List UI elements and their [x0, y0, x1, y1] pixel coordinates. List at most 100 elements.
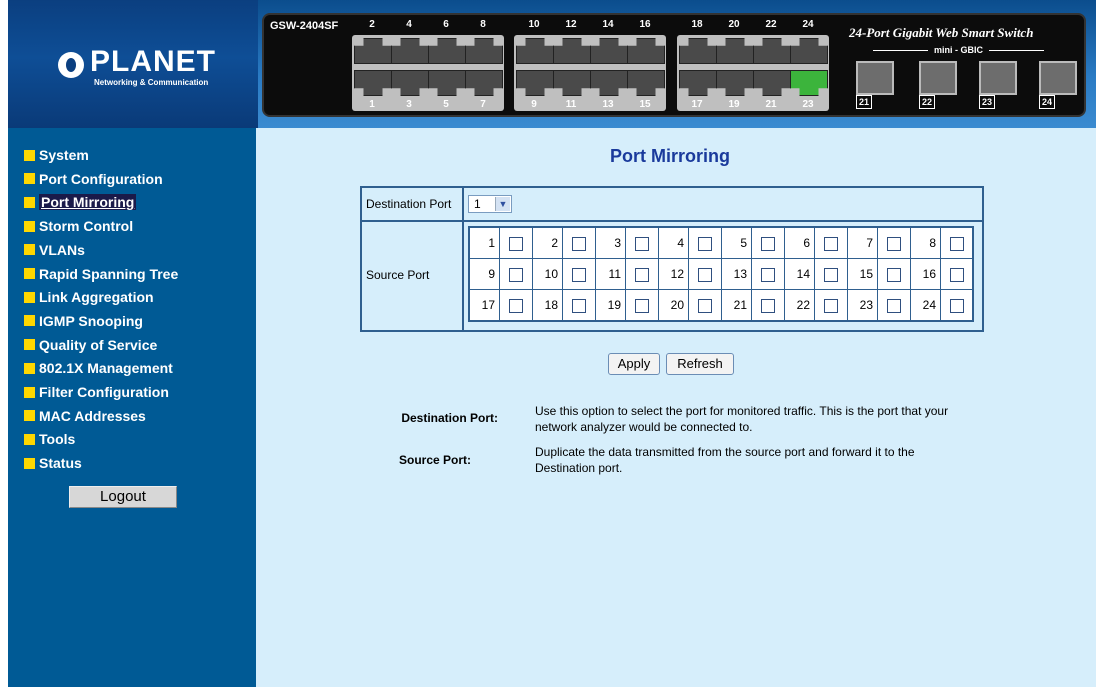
- sidebar-item-label: Port Mirroring: [39, 194, 137, 211]
- sidebar-item-quality-of-service[interactable]: Quality of Service: [24, 335, 157, 355]
- source-port-checkbox[interactable]: [635, 299, 649, 313]
- source-port-grid: 1 2 3 4 5 6 7 8 9 10 11 12 13 14 15 16 17 18 19 20 21 22 23 24: [468, 226, 974, 322]
- port-number: 4: [406, 19, 412, 30]
- source-port-checkbox[interactable]: [572, 299, 586, 313]
- source-port-number: 3: [596, 228, 626, 258]
- source-port-checkbox[interactable]: [824, 268, 838, 282]
- source-port-number: 10: [533, 259, 563, 289]
- sfp-number: 21: [856, 95, 872, 109]
- sidebar-item-label: Link Aggregation: [39, 289, 154, 306]
- sidebar-item-mac-addresses[interactable]: MAC Addresses: [24, 406, 146, 426]
- sidebar-item-label: IGMP Snooping: [39, 312, 143, 329]
- source-port-checkbox[interactable]: [761, 237, 775, 251]
- source-port-checkbox[interactable]: [635, 237, 649, 251]
- source-port-number: 18: [533, 290, 563, 320]
- sidebar-item-link-aggregation[interactable]: Link Aggregation: [24, 287, 154, 307]
- sidebar-item-label: Tools: [39, 431, 76, 448]
- sidebar-item-802-1x-management[interactable]: 802.1X Management: [24, 358, 173, 378]
- sfp-slot-icon: [919, 61, 957, 95]
- source-port-checkbox[interactable]: [950, 268, 964, 282]
- sidebar-item-label: 802.1X Management: [39, 360, 173, 377]
- source-port-checkbox[interactable]: [887, 268, 901, 282]
- source-port-number: 4: [659, 228, 689, 258]
- source-port-cell: 18: [533, 290, 596, 321]
- sidebar-item-status[interactable]: Status: [24, 453, 82, 473]
- source-port-checkbox[interactable]: [698, 299, 712, 313]
- source-port-checkbox[interactable]: [824, 299, 838, 313]
- sidebar-nav: System Port Configuration Port Mirroring St…: [8, 128, 256, 687]
- sidebar-item-igmp-snooping[interactable]: IGMP Snooping: [24, 311, 143, 331]
- sfp-slot-icon: [856, 61, 894, 95]
- sidebar-item-port-configuration[interactable]: Port Configuration: [24, 169, 163, 189]
- source-port-checkbox[interactable]: [509, 299, 523, 313]
- sidebar-item-label: Port Configuration: [39, 170, 163, 187]
- port-number: 16: [639, 19, 651, 30]
- sidebar-item-filter-configuration[interactable]: Filter Configuration: [24, 382, 169, 402]
- device-title: 24-Port Gigabit Web Smart Switch: [849, 25, 1034, 40]
- bullet-square-icon: [24, 196, 35, 208]
- logout-button[interactable]: Logout: [69, 486, 177, 508]
- source-port-number: 20: [659, 290, 689, 320]
- source-port-cell: 2: [533, 228, 596, 259]
- switch-front-panel: GSW-2404SF 2 1 4 3 6 5 8 7 10 9 12 11 14 13 16 15 18 17 20…: [262, 13, 1086, 117]
- sidebar-item-rapid-spanning-tree[interactable]: Rapid Spanning Tree: [24, 264, 178, 284]
- port-number: 20: [728, 19, 740, 30]
- source-port-checkbox[interactable]: [635, 268, 649, 282]
- port-number: 18: [691, 19, 703, 30]
- help-source-desc: Duplicate the data transmitted from the …: [535, 445, 915, 475]
- source-port-cell: 6: [785, 228, 848, 259]
- source-port-checkbox[interactable]: [887, 299, 901, 313]
- source-port-checkbox[interactable]: [824, 237, 838, 251]
- source-port-cell: 1: [470, 228, 533, 259]
- sidebar-item-label: VLANs: [39, 241, 85, 258]
- sidebar-item-label: Storm Control: [39, 218, 134, 235]
- source-port-label: Source Port: [362, 222, 464, 330]
- source-port-checkbox[interactable]: [572, 237, 586, 251]
- source-port-checkbox[interactable]: [761, 299, 775, 313]
- destination-port-value: 1: [474, 197, 481, 211]
- source-port-checkbox[interactable]: [509, 268, 523, 282]
- source-port-number: 21: [722, 290, 752, 320]
- apply-button[interactable]: Apply: [608, 353, 660, 375]
- source-port-checkbox[interactable]: [887, 237, 901, 251]
- port-number: 2: [369, 19, 375, 30]
- source-port-checkbox[interactable]: [761, 268, 775, 282]
- sidebar-item-storm-control[interactable]: Storm Control: [24, 216, 133, 236]
- help-destination-term: Destination Port:: [401, 411, 498, 425]
- source-port-number: 5: [722, 228, 752, 258]
- port-number: 6: [443, 19, 449, 30]
- refresh-button[interactable]: Refresh: [666, 353, 734, 375]
- sidebar-item-system[interactable]: System: [24, 145, 89, 165]
- sidebar-item-label: Rapid Spanning Tree: [39, 265, 179, 282]
- source-port-checkbox[interactable]: [509, 237, 523, 251]
- sidebar-item-tools[interactable]: Tools: [24, 429, 75, 449]
- port-mirroring-table: Destination Port 1 ▼ Source Port 1234567…: [360, 186, 984, 332]
- port-number: 13: [602, 99, 614, 110]
- source-port-number: 1: [470, 228, 500, 258]
- source-port-checkbox[interactable]: [950, 299, 964, 313]
- source-port-checkbox[interactable]: [698, 237, 712, 251]
- source-port-cell: 4: [659, 228, 722, 259]
- sidebar-item-vlans[interactable]: VLANs: [24, 240, 85, 260]
- source-port-checkbox[interactable]: [950, 237, 964, 251]
- port-number: 17: [691, 99, 703, 110]
- source-port-cell: 15: [848, 259, 911, 290]
- port-number: 8: [480, 19, 486, 30]
- source-port-checkbox[interactable]: [572, 268, 586, 282]
- port-number: 23: [802, 99, 814, 110]
- bullet-square-icon: [24, 362, 35, 374]
- source-port-checkbox[interactable]: [698, 268, 712, 282]
- source-port-number: 6: [785, 228, 815, 258]
- chevron-down-icon[interactable]: ▼: [495, 197, 510, 211]
- port-number: 14: [602, 19, 614, 30]
- sfp-number: 24: [1039, 95, 1055, 109]
- sidebar-item-label: System: [39, 147, 89, 163]
- port-number: 10: [528, 19, 540, 30]
- port-number: 19: [728, 99, 740, 110]
- help-source-term: Source Port:: [398, 453, 471, 467]
- destination-port-select[interactable]: 1 ▼: [468, 195, 512, 213]
- sidebar-item-port-mirroring[interactable]: Port Mirroring: [24, 192, 137, 212]
- bullet-square-icon: [24, 268, 35, 279]
- bullet-square-icon: [24, 410, 35, 422]
- port-number: 5: [443, 99, 449, 110]
